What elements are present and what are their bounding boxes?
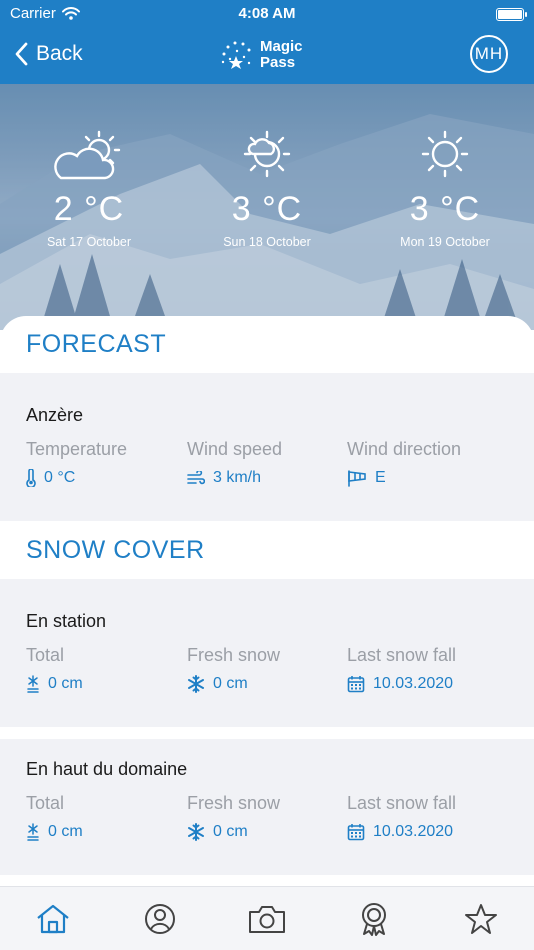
day-date: Sat 17 October <box>46 235 132 249</box>
snow-depth-icon <box>27 823 39 841</box>
avatar[interactable]: MH <box>470 35 508 73</box>
tab-bar <box>0 886 534 950</box>
forecast-day: 3 °C Sun 18 October <box>178 128 356 249</box>
calendar-icon <box>347 824 365 841</box>
last-snowfall-value-row: 10.03.2020 <box>347 675 507 693</box>
top-domain-name: En haut du domaine <box>26 759 188 779</box>
last-snowfall-value: 10.03.2020 <box>373 823 454 840</box>
wind-speed-field: Wind speed 3 km/h <box>187 439 347 487</box>
snow-cover-title: SNOW COVER <box>26 536 205 564</box>
tab-awards[interactable] <box>320 887 427 950</box>
star-icon <box>464 903 497 934</box>
snowflake-icon <box>188 675 204 693</box>
total-value-row: 0 cm <box>26 675 186 693</box>
back-button[interactable]: Back <box>14 38 83 70</box>
total-snow-field: Total 0 cm <box>26 793 186 841</box>
sun-cloud-icon <box>243 130 291 178</box>
last-snowfall-label: Last snow fall <box>347 793 457 813</box>
fresh-snow-value: 0 cm <box>213 823 248 840</box>
forecast-title: FORECAST <box>26 330 167 358</box>
temperature-field: Temperature 0 °C <box>26 439 186 487</box>
day-date: Mon 19 October <box>400 235 490 249</box>
day-temperature: 3 °C <box>409 190 481 228</box>
status-bar: Carrier 4:08 AM <box>0 0 534 28</box>
total-value-row: 0 cm <box>26 823 186 841</box>
forecast-day: 2 °C Sat 17 October <box>0 128 178 249</box>
snow-station-card: En station Total 0 cm Fresh snow 0 cm La… <box>0 579 534 727</box>
wind-speed-label: Wind speed <box>187 439 283 459</box>
logo-line-1: Magic <box>260 38 303 55</box>
weather-hero: 2 °C Sat 17 October 3 °C Sun 18 October <box>0 84 534 330</box>
station-name: En station <box>26 611 107 631</box>
snow-top-card: En haut du domaine Total 0 cm Fresh snow <box>0 727 534 875</box>
wind-direction-label: Wind direction <box>347 439 462 459</box>
logo-line-2: Pass <box>260 54 296 71</box>
wind-direction-field: Wind direction E <box>347 439 507 487</box>
forecast-card: Anzère Temperature 0 °C Wind speed 3 km/… <box>0 373 534 521</box>
fresh-snow-value-row: 0 cm <box>187 675 347 693</box>
home-icon <box>37 904 70 933</box>
location-name: Anzère <box>26 405 84 425</box>
thermometer-icon <box>26 469 36 487</box>
last-snowfall-field: Last snow fall 10.03.2020 <box>347 793 507 841</box>
profile-icon <box>145 903 176 934</box>
camera-icon <box>248 905 285 933</box>
day-temperature: 3 °C <box>231 190 303 228</box>
last-snowfall-field: Last snow fall 10.03.2020 <box>347 645 507 693</box>
fresh-snow-label: Fresh snow <box>187 793 281 813</box>
snowflake-icon <box>188 823 204 841</box>
fresh-snow-value-row: 0 cm <box>187 823 347 841</box>
windsock-icon <box>348 470 366 487</box>
total-snow-field: Total 0 cm <box>26 645 186 693</box>
total-value: 0 cm <box>48 823 83 840</box>
calendar-icon <box>347 676 365 693</box>
wind-direction-value-row: E <box>347 469 507 487</box>
total-label: Total <box>26 645 65 665</box>
total-value: 0 cm <box>48 675 83 692</box>
content-panel: FORECAST Anzère Temperature 0 °C Wind sp… <box>0 316 534 886</box>
top-bar: Carrier 4:08 AM Back Magic Pass MH <box>0 0 534 84</box>
award-icon <box>361 902 386 936</box>
last-snowfall-value: 10.03.2020 <box>373 675 454 692</box>
temperature-value: 0 °C <box>44 469 76 486</box>
fresh-snow-value: 0 cm <box>213 675 248 692</box>
magic-pass-logo: Magic Pass <box>218 38 303 72</box>
sun-icon <box>421 130 469 178</box>
last-snowfall-value-row: 10.03.2020 <box>347 823 507 841</box>
snow-depth-icon <box>27 675 39 693</box>
tab-profile[interactable] <box>107 887 214 950</box>
temperature-label: Temperature <box>26 439 128 459</box>
fresh-snow-field: Fresh snow 0 cm <box>187 645 347 693</box>
back-label: Back <box>36 42 83 65</box>
total-label: Total <box>26 793 65 813</box>
last-snowfall-label: Last snow fall <box>347 645 457 665</box>
chevron-left-icon <box>15 42 28 66</box>
battery-icon <box>496 8 527 21</box>
wind-direction-value: E <box>375 469 386 486</box>
tab-camera[interactable] <box>214 887 321 950</box>
forecast-day: 3 °C Mon 19 October <box>356 128 534 249</box>
wind-speed-value: 3 km/h <box>213 469 262 486</box>
wind-icon <box>187 471 205 485</box>
temperature-value-row: 0 °C <box>26 469 186 487</box>
day-temperature: 2 °C <box>53 190 125 228</box>
partly-cloudy-icon <box>54 130 121 180</box>
forecast-days: 2 °C Sat 17 October 3 °C Sun 18 October <box>0 128 534 249</box>
fresh-snow-field: Fresh snow 0 cm <box>187 793 347 841</box>
fresh-snow-label: Fresh snow <box>187 645 281 665</box>
status-time: 4:08 AM <box>238 5 296 22</box>
tab-home[interactable] <box>0 887 107 950</box>
wind-speed-value-row: 3 km/h <box>187 469 347 487</box>
tab-favorites[interactable] <box>427 887 534 950</box>
stars-logo-icon <box>221 41 251 69</box>
day-date: Sun 18 October <box>223 235 311 249</box>
